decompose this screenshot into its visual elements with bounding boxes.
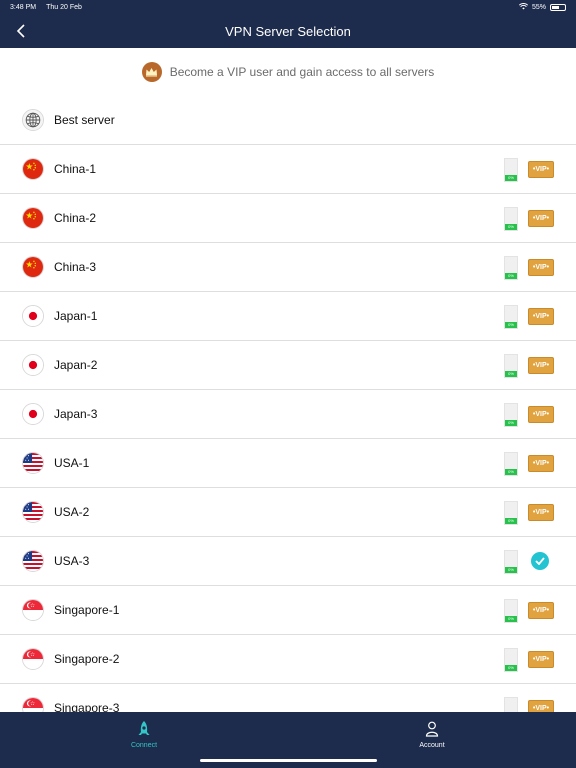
server-row[interactable]: Japan-3 0% •VIP• (0, 390, 576, 439)
server-row[interactable]: Singapore-1 0% •VIP• (0, 586, 576, 635)
server-load-meter: 0% (504, 452, 518, 476)
server-name: Singapore-1 (54, 603, 120, 617)
server-load-meter: 0% (504, 305, 518, 329)
server-load-value: 0% (505, 616, 517, 622)
server-load-meter: 0% (504, 501, 518, 525)
china-flag-icon (22, 256, 44, 278)
server-load-meter: 0% (504, 256, 518, 280)
rocket-icon (138, 721, 150, 735)
tab-account[interactable]: Account (402, 720, 462, 756)
server-load-value: 0% (505, 665, 517, 671)
server-load-value: 0% (505, 567, 517, 573)
server-load-meter: 0% (504, 403, 518, 427)
vip-badge[interactable]: •VIP• (528, 455, 554, 472)
japan-flag-icon (22, 305, 44, 327)
server-load-meter: 0% (504, 599, 518, 623)
best-server-label: Best server (54, 113, 115, 127)
back-button[interactable] (10, 19, 32, 43)
vip-badge[interactable]: •VIP• (528, 651, 554, 668)
wifi-icon (518, 2, 529, 12)
server-load-meter: 0% (504, 550, 518, 574)
status-right: 55% (518, 2, 566, 12)
server-load-value: 0% (505, 469, 517, 475)
singapore-flag-icon (22, 697, 44, 712)
vip-badge[interactable]: •VIP• (528, 700, 554, 712)
server-name: USA-2 (54, 505, 90, 519)
server-name: Japan-3 (54, 407, 98, 421)
server-load-value: 0% (505, 273, 517, 279)
japan-flag-icon (22, 403, 44, 425)
chevron-left-icon (16, 24, 25, 38)
server-load-meter: 0% (504, 648, 518, 672)
server-load-value: 0% (505, 175, 517, 181)
server-load-meter: 0% (504, 697, 518, 712)
vip-badge[interactable]: •VIP• (528, 406, 554, 423)
server-row[interactable]: USA-3 0% (0, 537, 576, 586)
tab-account-label: Account (419, 742, 445, 749)
server-load-value: 0% (505, 518, 517, 524)
status-time: 3:48 PM (10, 3, 37, 11)
server-row[interactable]: USA-1 0% •VIP• (0, 439, 576, 488)
server-load-meter: 0% (504, 207, 518, 231)
server-load-meter: 0% (504, 158, 518, 182)
tab-connect-label: Connect (130, 742, 158, 749)
status-bar: 3:48 PM Thu 20 Feb 55% (0, 0, 576, 14)
server-row[interactable]: Singapore-3 0% •VIP• (0, 684, 576, 712)
page-title: VPN Server Selection (225, 23, 351, 39)
server-row[interactable]: Japan-1 0% •VIP• (0, 292, 576, 341)
battery-percent: 55% (531, 3, 546, 11)
server-load-value: 0% (505, 420, 517, 426)
vip-banner-text: Become a VIP user and gain access to all… (169, 65, 435, 79)
vip-banner[interactable]: Become a VIP user and gain access to all… (0, 48, 576, 96)
crown-icon (141, 62, 162, 82)
vip-badge[interactable]: •VIP• (528, 504, 554, 521)
person-icon (425, 721, 439, 737)
usa-flag-icon (22, 550, 44, 572)
server-name: Japan-2 (54, 358, 98, 372)
server-name: China-3 (54, 260, 97, 274)
best-server-row[interactable]: Best server (0, 96, 576, 145)
china-flag-icon (22, 158, 44, 180)
singapore-flag-icon (22, 648, 44, 670)
server-name: USA-1 (54, 456, 90, 470)
navigation-bar: VPN Server Selection (0, 14, 576, 48)
server-list: Best server China-1 0% •VIP• China-2 0% •VIP•… (0, 96, 576, 712)
japan-flag-icon (22, 354, 44, 376)
home-indicator (200, 759, 377, 762)
server-load-value: 0% (505, 322, 517, 328)
usa-flag-icon (22, 452, 44, 474)
globe-icon (22, 109, 44, 131)
server-name: USA-3 (54, 554, 90, 568)
server-row[interactable]: USA-2 0% •VIP• (0, 488, 576, 537)
server-name: Japan-1 (54, 309, 98, 323)
singapore-flag-icon (22, 599, 44, 621)
server-load-meter: 0% (504, 354, 518, 378)
server-name: China-1 (54, 162, 97, 176)
server-name: Singapore-3 (54, 701, 120, 712)
server-row[interactable]: Singapore-2 0% •VIP• (0, 635, 576, 684)
vip-badge[interactable]: •VIP• (528, 161, 554, 178)
vip-badge[interactable]: •VIP• (528, 308, 554, 325)
vip-badge[interactable]: •VIP• (528, 357, 554, 374)
server-name: Singapore-2 (54, 652, 120, 666)
tab-connect[interactable]: Connect (114, 720, 174, 756)
china-flag-icon (22, 207, 44, 229)
battery-icon (550, 3, 566, 11)
vip-badge[interactable]: •VIP• (528, 210, 554, 227)
status-date: Thu 20 Feb (46, 3, 82, 11)
checkmark-icon (531, 552, 549, 570)
server-row[interactable]: China-1 0% •VIP• (0, 145, 576, 194)
server-load-value: 0% (505, 371, 517, 377)
server-load-value: 0% (505, 224, 517, 230)
server-row[interactable]: China-3 0% •VIP• (0, 243, 576, 292)
vip-badge[interactable]: •VIP• (528, 602, 554, 619)
server-name: China-2 (54, 211, 97, 225)
vip-badge[interactable]: •VIP• (528, 259, 554, 276)
server-row[interactable]: Japan-2 0% •VIP• (0, 341, 576, 390)
usa-flag-icon (22, 501, 44, 523)
server-row[interactable]: China-2 0% •VIP• (0, 194, 576, 243)
